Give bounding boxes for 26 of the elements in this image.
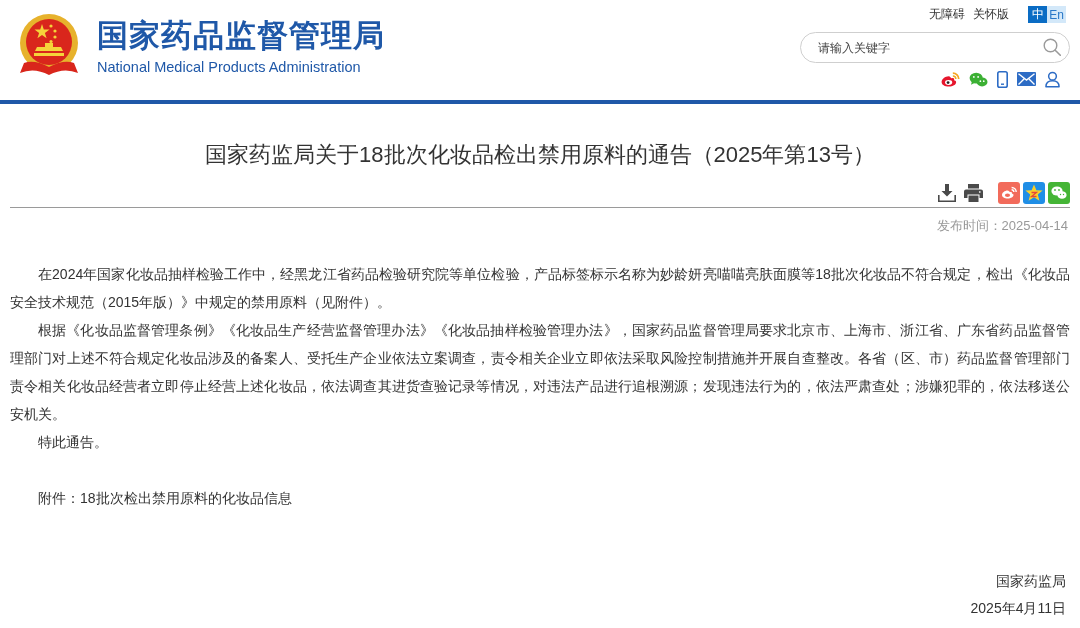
site-title: 国家药品监督管理局 — [97, 16, 385, 55]
weibo-share-icon[interactable] — [998, 182, 1020, 204]
print-icon[interactable] — [964, 184, 983, 202]
publish-date: 发布时间：2025-04-14 — [935, 217, 1069, 235]
paragraph: 根据《化妆品监督管理条例》《化妆品生产经营监督管理办法》《化妆品抽样检验管理办法》，国家药品监督管理局要求北京市、上海市、浙江省、广东省药品监督管理部门对上述不符合规定化妆品涉及的备案人、受托生产企业依法立案调查，责令相关企业立即依法采取风险控制措施并开展自查整改。各省（区、市）药品监督管理部门责令相关化妆品经营者立即停止经营上述化妆品，依法调查其进货查验记录等情况，对违法产品进行追根溯源；发现违法行为的，依法严肃查处；涉嫌犯罪的，依法移送公安机关。 — [10, 321, 1070, 424]
attachment-text: 附件：18批次检出禁用原料的化妆品信息 — [37, 489, 293, 508]
star-share-icon[interactable] — [1023, 182, 1045, 204]
signature-text: 2025年4月11日 — [969, 599, 1067, 618]
download-icon[interactable] — [938, 184, 956, 202]
language-tab[interactable]: 中 — [1028, 6, 1047, 23]
top-link[interactable]: 关怀版 — [973, 6, 1009, 23]
signature-text: 国家药监局 — [995, 572, 1067, 591]
mail-icon[interactable] — [1017, 72, 1036, 86]
article-title: 国家药监局关于18批次化妆品检出禁用原料的通告（2025年第13号） — [204, 141, 876, 169]
language-tab[interactable]: En — [1047, 6, 1066, 23]
search-icon[interactable] — [1043, 38, 1061, 56]
paragraph: 特此通告。 — [37, 433, 109, 452]
paragraph: 在2024年国家化妆品抽样检验工作中，经黑龙江省药品检验研究院等单位检验，产品标签标示名称为妙龄妍亮喵喵亮肤面膜等18批次化妆品不符合规定，检出《化妆品安全技术规范（2015年版）》中规定的禁用原料（见附件）。 — [10, 265, 1070, 312]
wechat-share-icon[interactable] — [1048, 182, 1070, 204]
search-field[interactable]: 请输入关键字 — [800, 32, 1070, 63]
site-subtitle: National Medical Products Administration — [97, 57, 362, 76]
wechat-icon[interactable] — [969, 71, 988, 87]
weibo-icon[interactable] — [941, 71, 960, 87]
user-icon[interactable] — [1045, 70, 1060, 88]
top-link[interactable]: 无障碍 — [929, 6, 965, 23]
mobile-phone-icon[interactable] — [997, 70, 1008, 88]
